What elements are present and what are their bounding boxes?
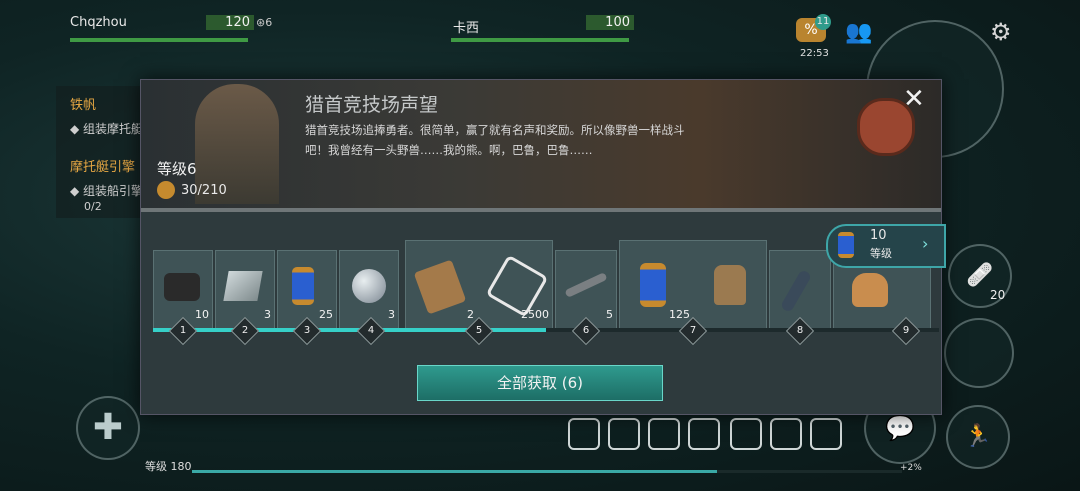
event-icon[interactable] — [688, 418, 720, 450]
reward-count: 5 — [606, 308, 613, 321]
clock: 22:53 — [800, 48, 829, 59]
quest-panel[interactable]: 铁帆 ◆ 组装摩托艇 摩托艇引擎 ◆ 组装船引擎 0/2 — [56, 86, 144, 218]
player2-hpbar — [451, 38, 629, 42]
dna-icon[interactable] — [568, 418, 600, 450]
reputation-xp: 30/210 — [181, 183, 227, 198]
reputation-modal: 等级6 30/210 猎首竞技场声望 猎首竞技场追捧勇者。很简单，赢了就有名声和… — [140, 79, 942, 415]
medkit-count: 20 — [990, 288, 1006, 302]
reward-count: 2500 — [521, 308, 549, 321]
backpack-icon[interactable] — [810, 418, 842, 450]
player1-name: Chqzhou — [70, 15, 127, 30]
quest-step: ◆ 组装摩托艇 — [70, 122, 144, 136]
pipe-icon — [564, 272, 608, 298]
modal-header: 等级6 30/210 猎首竞技场声望 猎首竞技场追捧勇者。很简单，赢了就有名声和… — [141, 80, 941, 212]
add-button[interactable]: ✚ — [76, 396, 140, 460]
chevron-right-icon[interactable]: › — [922, 234, 928, 253]
dog-icon — [852, 273, 888, 307]
gear-icon[interactable]: ⚙ — [990, 18, 1012, 46]
reward-count: 125 — [669, 308, 690, 321]
sprint-button[interactable]: 🏃 — [946, 405, 1010, 469]
claim-all-button[interactable]: 全部获取 (6) — [417, 365, 663, 401]
glass-lens-icon — [352, 269, 386, 303]
reward-count: 2 — [467, 308, 474, 321]
reward-count: 3 — [264, 308, 271, 321]
quiver-icon — [413, 259, 467, 315]
player1-hp: 120 — [206, 15, 254, 30]
blue-canister-icon — [640, 263, 666, 307]
reward-count: 3 — [388, 308, 395, 321]
weapon-button[interactable] — [944, 318, 1014, 388]
calendar-icon[interactable] — [648, 418, 680, 450]
xp-fill — [192, 470, 718, 473]
player1-hpbar — [70, 38, 248, 42]
xp-percent: +2% — [900, 463, 922, 473]
quest-progress: 0/2 — [84, 200, 102, 213]
metal-sheet-icon — [223, 271, 263, 301]
reward-count: 25 — [319, 308, 333, 321]
map-icon[interactable] — [770, 418, 802, 450]
player2-name: 卡西 — [453, 21, 480, 36]
xp-bar — [192, 470, 902, 473]
blue-canister-icon — [292, 267, 314, 305]
token-icon: ⊛ — [256, 16, 266, 29]
friends-icon[interactable]: 👥 — [845, 20, 872, 45]
badge-level-value: 10 — [870, 228, 887, 243]
scrap-icon — [164, 273, 200, 301]
player-level: 等级 180 — [145, 460, 192, 473]
backpack-icon — [714, 265, 746, 305]
badge-icon[interactable] — [608, 418, 640, 450]
discount-badge: 11 — [815, 14, 831, 30]
blue-canister-icon — [838, 232, 854, 258]
reward-progress-track — [153, 328, 939, 332]
reward-count: 10 — [195, 308, 209, 321]
player2-hp: 100 — [586, 15, 634, 30]
ear-icon — [157, 181, 175, 199]
coins-icon[interactable] — [730, 418, 762, 450]
badge-level-label: 等级 — [870, 247, 892, 260]
quest-title: 铁帆 — [70, 98, 97, 113]
next-level-badge[interactable]: 10 等级 › — [826, 224, 946, 268]
close-icon[interactable]: ✕ — [903, 84, 925, 114]
modal-description: 猎首竞技场追捧勇者。很简单，赢了就有名声和奖励。所以像野兽一样战斗吧！我曾经有一… — [305, 123, 685, 157]
token-count: ⊛6 — [256, 16, 273, 29]
modal-title: 猎首竞技场声望 — [305, 94, 439, 116]
quest-step: ◆ 组装船引擎 — [70, 184, 144, 198]
bolas-icon — [779, 268, 813, 314]
quest-title: 摩托艇引擎 — [70, 160, 136, 175]
reward-track: 10 3 25 3 2 2500 5 125 — [153, 240, 939, 332]
reputation-level: 等级6 — [157, 160, 197, 178]
